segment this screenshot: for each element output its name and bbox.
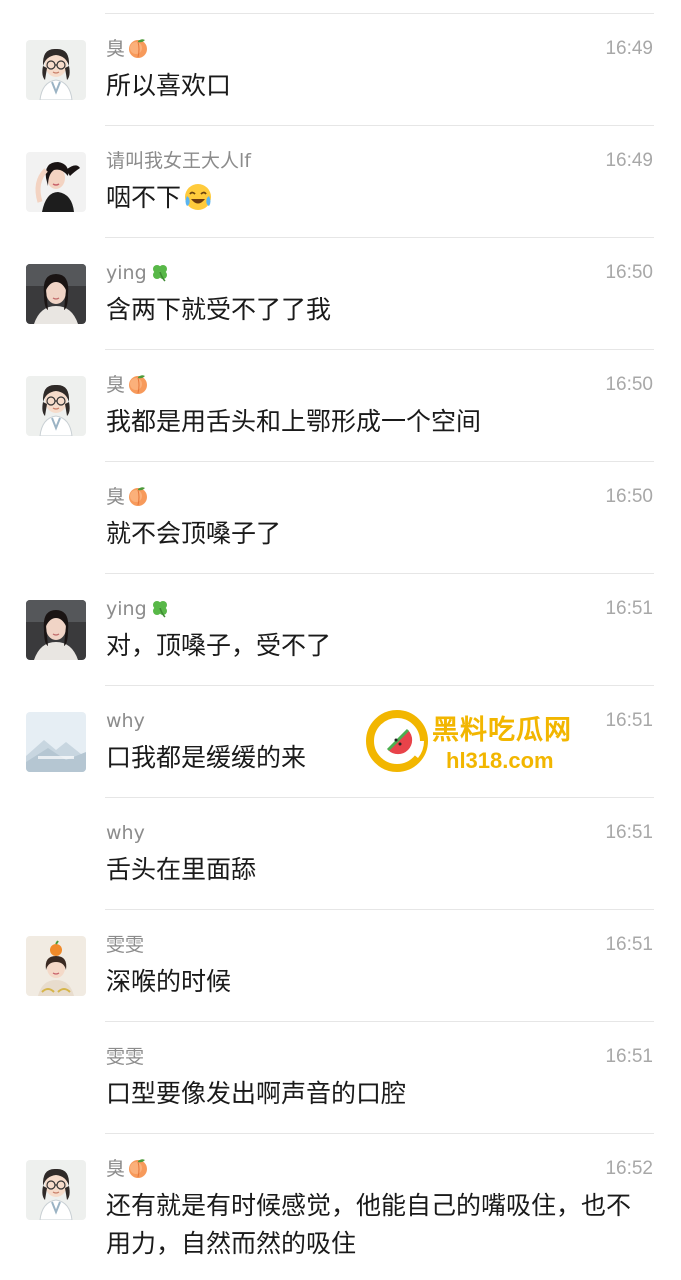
message-text[interactable]: 口型要像发出啊声音的口腔 <box>106 1075 645 1113</box>
sender-name: 臭 <box>106 1157 149 1185</box>
watermark-url: hl318.com <box>446 748 554 773</box>
message-item[interactable]: ying 16:50 含两下就受不了了我 <box>0 238 681 350</box>
sender-name: ying <box>106 261 171 289</box>
glasses-girl-avatar[interactable] <box>26 376 86 436</box>
message-text[interactable]: 含两下就受不了了我 <box>106 291 645 329</box>
clover-icon <box>149 597 171 625</box>
timestamp: 16:51 <box>605 934 653 955</box>
timestamp: 16:51 <box>605 598 653 619</box>
sender-label: ying <box>106 598 147 620</box>
sender-name: why <box>106 822 145 844</box>
girl-orange-avatar[interactable] <box>26 936 86 996</box>
message-item[interactable]: why 16:51 舌头在里面舔 <box>0 798 681 910</box>
message-text[interactable]: 就不会顶嗓子了 <box>106 515 645 553</box>
message-text[interactable]: 对，顶嗓子，受不了 <box>106 627 645 665</box>
watermelon-logo-icon <box>366 710 428 776</box>
message-text[interactable]: 我都是用舌头和上鄂形成一个空间 <box>106 403 645 441</box>
timestamp: 16:49 <box>605 150 653 171</box>
timestamp: 16:51 <box>605 710 653 731</box>
glasses-girl-avatar[interactable] <box>26 40 86 100</box>
sender-label: ying <box>106 262 147 284</box>
peach-icon <box>127 37 149 65</box>
message-text[interactable]: 所以喜欢口 <box>106 67 645 105</box>
peach-icon <box>127 485 149 513</box>
message-text[interactable]: 还有就是有时候感觉，他能自己的嘴吸住，也不用力，自然而然的吸住 <box>106 1187 645 1263</box>
crying-laughing-icon <box>183 182 213 223</box>
watermark: 黑料吃瓜网 hl318.com <box>366 708 601 778</box>
sender-name: 雯雯 <box>106 934 145 956</box>
watermark-title: 黑料吃瓜网 <box>432 715 572 746</box>
clover-icon <box>149 261 171 289</box>
message-item[interactable]: 臭 16:52 还有就是有时候感觉，他能自己的嘴吸住，也不用力，自然而然的吸住 <box>0 1134 681 1274</box>
sender-label: 臭 <box>106 486 126 508</box>
message-text-content: 咽不下 <box>106 183 182 212</box>
message-item[interactable]: 臭 16:50 就不会顶嗓子了 <box>0 462 681 574</box>
timestamp: 16:49 <box>605 38 653 59</box>
message-text[interactable]: 深喉的时候 <box>106 963 645 1001</box>
message-item[interactable]: 臭 16:50 我都是用舌头和上鄂形成一个空间 <box>0 350 681 462</box>
glasses-girl-avatar[interactable] <box>26 1160 86 1220</box>
message-text[interactable]: 舌头在里面舔 <box>106 851 645 889</box>
message-item[interactable]: 雯雯 16:51 口型要像发出啊声音的口腔 <box>0 1022 681 1134</box>
sender-label: 臭 <box>106 1158 126 1180</box>
sender-name: ying <box>106 597 171 625</box>
sender-name: 请叫我女王大人lf <box>106 150 251 172</box>
peach-icon <box>127 373 149 401</box>
message-item[interactable]: 请叫我女王大人lf 16:49 咽不下 <box>0 126 681 238</box>
timestamp: 16:50 <box>605 374 653 395</box>
timestamp: 16:52 <box>605 1158 653 1179</box>
sender-label: 臭 <box>106 38 126 60</box>
sender-name: 臭 <box>106 37 149 65</box>
message-item[interactable]: 臭 16:49 所以喜欢口 <box>0 14 681 126</box>
placeholder-landscape-avatar[interactable] <box>26 712 86 772</box>
woman-photo-avatar[interactable] <box>26 152 86 212</box>
girl-car-avatar[interactable] <box>26 600 86 660</box>
sender-name: 臭 <box>106 373 149 401</box>
timestamp: 16:50 <box>605 486 653 507</box>
sender-label: 臭 <box>106 374 126 396</box>
sender-name: 臭 <box>106 485 149 513</box>
peach-icon <box>127 1157 149 1185</box>
message-text[interactable]: 咽不下 <box>106 179 645 223</box>
message-item[interactable]: 雯雯 16:51 深喉的时候 <box>0 910 681 1022</box>
timestamp: 16:51 <box>605 1046 653 1067</box>
sender-name: 雯雯 <box>106 1046 145 1068</box>
message-item[interactable]: ying 16:51 对，顶嗓子，受不了 <box>0 574 681 686</box>
girl-car-avatar[interactable] <box>26 264 86 324</box>
timestamp: 16:50 <box>605 262 653 283</box>
timestamp: 16:51 <box>605 822 653 843</box>
chat-message-list[interactable]: 臭 16:49 所以喜欢口 请叫我女王大人lf 16:49 咽不下 ying 1… <box>0 0 681 1280</box>
sender-name: why <box>106 710 145 732</box>
